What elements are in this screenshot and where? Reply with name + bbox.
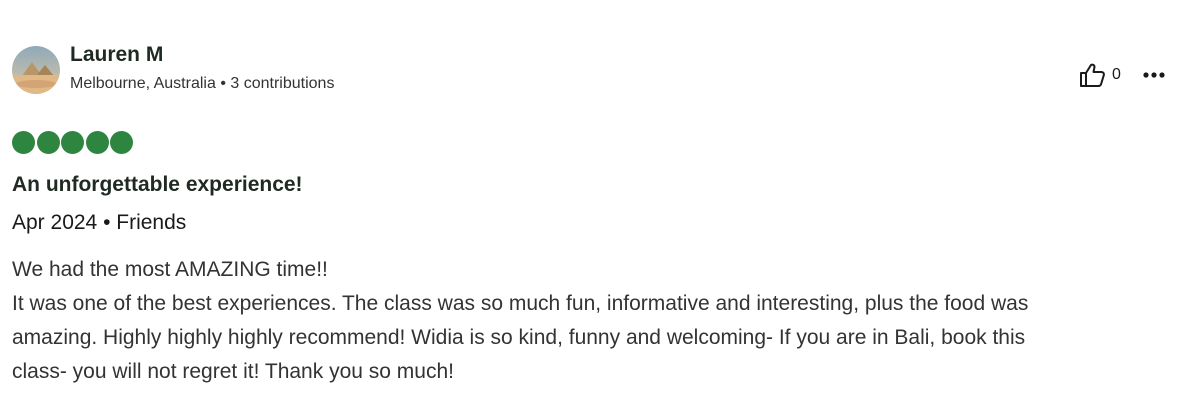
review-card: Lauren M Melbourne, Australia • 3 contri… bbox=[0, 0, 1200, 407]
avatar-image bbox=[12, 46, 60, 94]
helpful-count: 0 bbox=[1112, 66, 1121, 83]
thumbs-up-icon bbox=[1080, 63, 1105, 87]
review-body-line: It was one of the best experiences. The … bbox=[12, 292, 1029, 315]
review-body-line: We had the most AMAZING time!! bbox=[12, 258, 328, 281]
reviewer-location: Melbourne, Australia bbox=[70, 75, 216, 92]
rating-bubble bbox=[110, 131, 133, 154]
avatar[interactable] bbox=[12, 46, 60, 94]
review-body: We had the most AMAZING time!! It was on… bbox=[12, 253, 1182, 389]
rating-bubble bbox=[12, 131, 35, 154]
reviewer-meta: Melbourne, Australia • 3 contributions bbox=[70, 75, 334, 93]
helpful-vote-button[interactable]: 0 bbox=[1078, 60, 1121, 90]
rating-bubble bbox=[61, 131, 84, 154]
meta-separator: • bbox=[220, 75, 226, 92]
reviewer-name[interactable]: Lauren M bbox=[70, 43, 163, 67]
rating-bubble bbox=[36, 131, 60, 154]
review-date-trip-type: Apr 2024 • Friends bbox=[12, 211, 187, 234]
review-body-line: class- you will not regret it! Thank you… bbox=[12, 360, 454, 383]
reviewer-contributions: 3 contributions bbox=[230, 75, 335, 92]
review-body-line: amazing. Highly highly highly recommend!… bbox=[12, 326, 1026, 349]
more-dots-icon bbox=[1143, 72, 1165, 78]
review-title[interactable]: An unforgettable experience! bbox=[12, 173, 303, 197]
rating-bubble bbox=[85, 131, 109, 154]
bubble-rating bbox=[12, 131, 133, 154]
more-options-button[interactable] bbox=[1140, 64, 1170, 86]
